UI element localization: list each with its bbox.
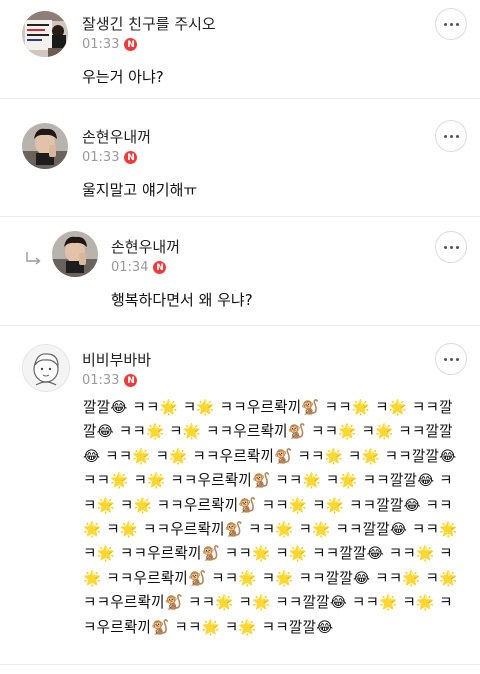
comment-text: 우는거 아냐?: [82, 68, 164, 86]
new-badge: N: [124, 374, 138, 387]
dot-icon: [443, 357, 447, 361]
avatar[interactable]: [22, 344, 70, 392]
comment-author[interactable]: 잘생긴 친구를 주시오: [82, 13, 216, 34]
comment-time: 01:33: [82, 373, 120, 388]
dot-icon: [443, 134, 447, 138]
comment-time: 01:33: [82, 37, 120, 52]
more-options-button[interactable]: [435, 120, 467, 152]
comment-text: 깔깔😂 ㅋㅋ🌟 ㅋ🌟 ㅋㅋ우르롹끼🐒 ㅋㅋ🌟 ㅋ🌟 ㅋㅋ깔깔😂 ㅋㅋ🌟 ㅋ🌟 ㅋ…: [83, 399, 458, 636]
reply-arrow-icon: [26, 252, 41, 265]
dot-icon: [455, 134, 459, 138]
dot-icon: [455, 22, 459, 26]
avatar[interactable]: [52, 231, 98, 277]
dot-icon: [455, 245, 459, 249]
comment-meta: 01:33 N: [82, 150, 138, 165]
profile-photo-person-icon: [22, 123, 68, 169]
dot-icon: [449, 357, 453, 361]
avatar[interactable]: [22, 11, 68, 57]
comment-text: 행복하다면서 왜 우냐?: [111, 291, 253, 309]
comment-meta: 01:33 N: [82, 37, 138, 52]
dot-icon: [449, 22, 453, 26]
new-badge: N: [153, 261, 167, 274]
comment-time: 01:34: [111, 260, 149, 275]
dot-icon: [449, 134, 453, 138]
avatar[interactable]: [22, 123, 68, 169]
reply-item: 손현우내꺼 01:34 N 행복하다면서 왜 우냐?: [0, 217, 480, 326]
comment-author[interactable]: 손현우내꺼: [82, 126, 151, 147]
new-badge: N: [124, 38, 138, 51]
dot-icon: [455, 357, 459, 361]
more-options-button[interactable]: [435, 231, 467, 263]
comment-meta: 01:34 N: [111, 260, 167, 275]
comment-text: 울지말고 얘기해ㅠ: [82, 181, 198, 199]
comment-meta: 01:33 N: [82, 373, 138, 388]
dot-icon: [449, 245, 453, 249]
new-badge: N: [124, 151, 138, 164]
more-options-button[interactable]: [435, 343, 467, 375]
comment-item: 비비부바바 01:33 N 깔깔😂 ㅋㅋ🌟 ㅋ🌟 ㅋㅋ우르롹끼🐒 ㅋㅋ🌟 ㅋ🌟 …: [0, 326, 480, 665]
dot-icon: [443, 245, 447, 249]
comment-item: 손현우내꺼 01:33 N 울지말고 얘기해ㅠ: [0, 99, 480, 217]
comment-author[interactable]: 비비부바바: [82, 349, 151, 370]
default-avatar-drawing-icon: [23, 345, 69, 391]
comment-author[interactable]: 손현우내꺼: [111, 236, 180, 257]
profile-photo-person-icon: [52, 231, 98, 277]
comment-item: 잘생긴 친구를 주시오 01:33 N 우는거 아냐?: [0, 0, 480, 99]
dot-icon: [443, 22, 447, 26]
more-options-button[interactable]: [435, 8, 467, 40]
profile-photo-sign-icon: [22, 11, 68, 57]
comment-time: 01:33: [82, 150, 120, 165]
